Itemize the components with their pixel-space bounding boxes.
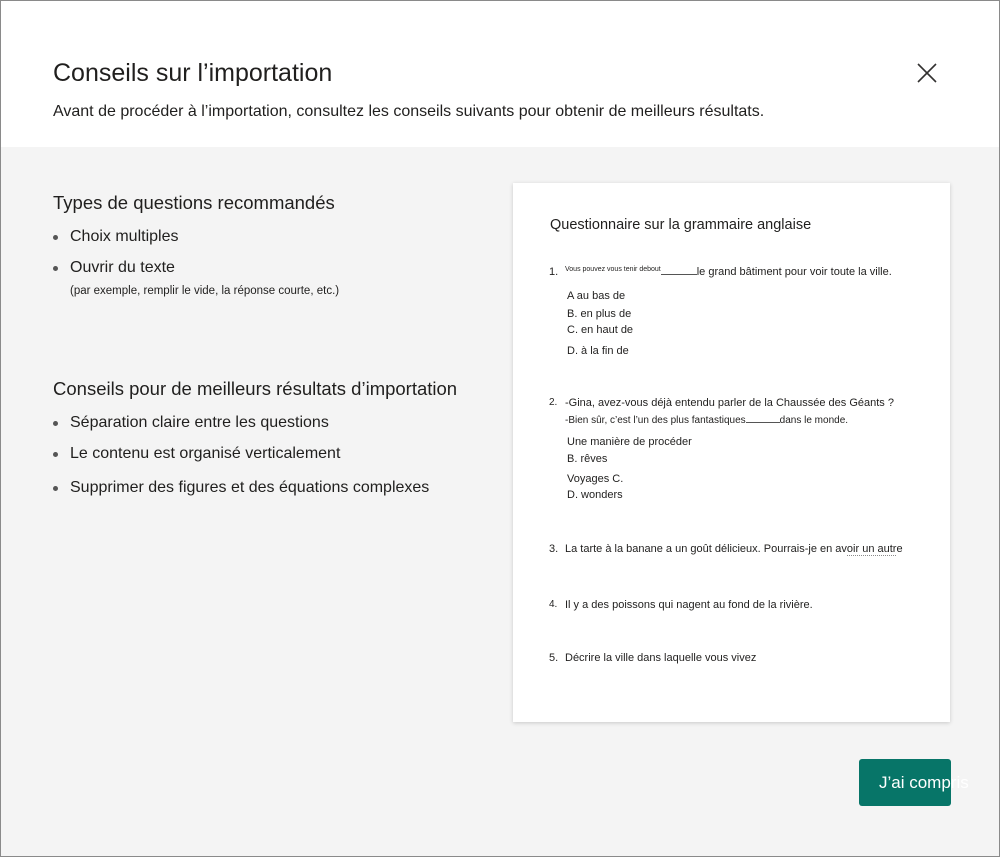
- dialog-title: Conseils sur l’importation: [53, 59, 333, 87]
- recommended-types-title: Types de questions recommandés: [53, 192, 335, 213]
- question-option: C. en haut de: [567, 324, 634, 336]
- open-text-note: (par exemple, remplir le vide, la répons…: [70, 285, 340, 297]
- question-option: Voyages C.: [567, 473, 624, 485]
- sample-question-1: 1. Vous pouvez vous tenir debout le grand …: [549, 266, 892, 278]
- question-option: Une manière de procéder: [567, 436, 692, 448]
- import-tips-list: Séparation claire entre les questions Le…: [53, 414, 429, 497]
- question-text: La tarte à la banane a un goût délicieux…: [565, 543, 847, 555]
- question-line-1: -Gina, avez-vous déjà entendu parler de …: [565, 397, 894, 409]
- bullet-label: Le contenu est organisé verticalement: [70, 445, 341, 462]
- recommended-type-multiple-choice: Choix multiples: [53, 228, 339, 246]
- question-line-2-start: -Bien sûr, c’est l’un des plus fantastiq…: [565, 415, 746, 426]
- question-option: D. wonders: [567, 489, 623, 501]
- sample-quiz-title: Questionnaire sur la grammaire anglaise: [550, 217, 812, 233]
- bullet-label: Ouvrir du texte: [70, 259, 175, 276]
- question-text-end: e: [896, 543, 903, 555]
- recommended-type-open-text: Ouvrir du texte: [53, 259, 339, 277]
- question-prefix: Vous pouvez vous tenir debout: [565, 266, 661, 273]
- sample-question-5: 5. Décrire la ville dans laquelle vous vi…: [549, 652, 756, 664]
- question-line-2-end: dans le monde.: [779, 415, 849, 426]
- import-tips-dialog: Conseils sur l’importation Avant de proc…: [0, 0, 1000, 857]
- question-text-squiggle: oir un autr: [846, 543, 897, 556]
- dialog-header: Conseils sur l’importation Avant de proc…: [1, 1, 999, 147]
- question-text: Il y a des poissons qui nagent au fond d…: [565, 599, 813, 611]
- answer-blank: [660, 274, 697, 275]
- sample-document-preview: Questionnaire sur la grammaire anglaise …: [513, 183, 950, 722]
- question-number: 1.: [549, 266, 559, 278]
- recommended-types-list: Choix multiples Ouvrir du texte (par exe…: [53, 228, 339, 297]
- dialog-body: Types de questions recommandés Choix mul…: [1, 147, 999, 856]
- sample-question-2-line-2: -Bien sûr, c’est l’un des plus fantastiq…: [565, 415, 848, 426]
- bullet-label: Supprimer des figures et des équations c…: [70, 479, 430, 496]
- sample-question-2: 2. -Gina, avez-vous déjà entendu parler d…: [549, 397, 894, 409]
- question-text: Décrire la ville dans laquelle vous vive…: [565, 652, 757, 664]
- answer-blank: [745, 422, 780, 423]
- dialog-subtitle: Avant de procéder à l’importation, consu…: [53, 103, 765, 120]
- question-option: D. à la fin de: [567, 345, 629, 357]
- question-number: 2.: [549, 397, 558, 408]
- question-number: 3.: [549, 543, 559, 555]
- question-number: 4.: [549, 599, 558, 610]
- tip-item: Séparation claire entre les questions: [53, 414, 429, 432]
- question-option: B. rêves: [567, 453, 608, 465]
- bullet-label: Choix multiples: [70, 228, 179, 245]
- close-icon: [917, 63, 937, 83]
- import-tips-title: Conseils pour de meilleurs résultats d’i…: [53, 378, 458, 399]
- question-option: B. en plus de: [567, 308, 632, 320]
- tip-item: Le contenu est organisé verticalement: [53, 445, 429, 463]
- got-it-button[interactable]: J’ai compris: [859, 759, 969, 806]
- question-number: 5.: [549, 652, 559, 664]
- got-it-label: J’ai compris: [879, 772, 969, 792]
- sample-question-3: 3. La tarte à la banane a un goût délicie…: [549, 543, 903, 556]
- question-option: A au bas de: [567, 290, 626, 302]
- sample-question-4: 4. Il y a des poissons qui nagent au fond…: [549, 599, 813, 611]
- tip-item: Supprimer des figures et des équations c…: [53, 479, 429, 497]
- close-button[interactable]: [911, 57, 943, 89]
- question-text: le grand bâtiment pour voir toute la vil…: [696, 266, 892, 278]
- bullet-label: Séparation claire entre les questions: [70, 414, 329, 431]
